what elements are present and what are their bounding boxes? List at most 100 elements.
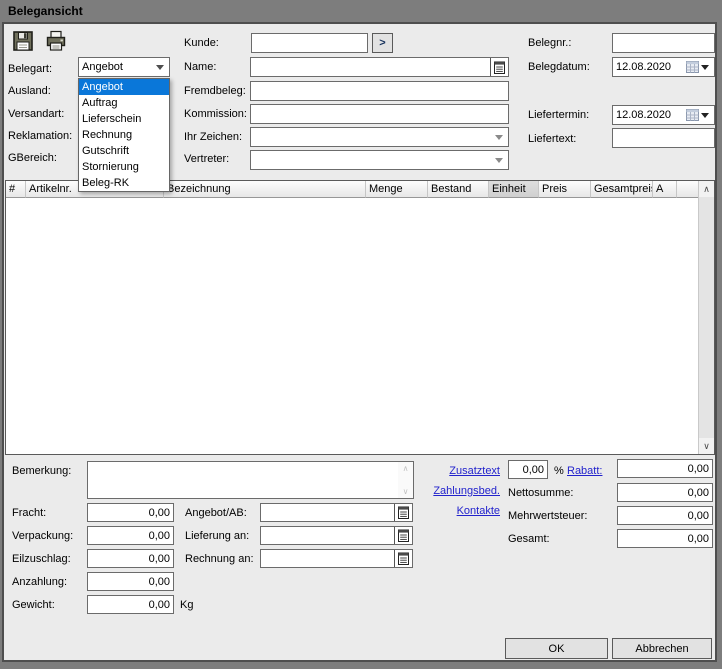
fremdbeleg-input[interactable] — [250, 81, 509, 101]
eilzuschlag-input[interactable] — [87, 549, 174, 568]
anzahlung-label: Anzahlung: — [12, 576, 68, 588]
liefertermin-value: 12.08.2020 — [616, 109, 672, 121]
dropdown-item-rechnung[interactable]: Rechnung — [79, 127, 169, 143]
table-scrollbar[interactable]: ∧ ∨ — [698, 181, 714, 454]
column-header-bezeichnung[interactable]: Bezeichnung — [164, 181, 366, 198]
bemerkung-label: Bemerkung: — [12, 465, 72, 477]
column-header-gesamtpreis[interactable]: Gesamtpreis — [591, 181, 653, 198]
lieferung-an-lookup-button[interactable] — [394, 527, 412, 544]
rechnung-an-input[interactable] — [261, 550, 394, 567]
rabatt-input[interactable] — [617, 459, 713, 478]
lieferung-an-field-group — [260, 526, 413, 545]
belegart-select[interactable]: Angebot — [78, 57, 170, 77]
column-header-einheit[interactable]: Einheit — [489, 181, 539, 198]
belegnr-label: Belegnr.: — [528, 37, 572, 49]
items-table: # Artikelnr. Bezeichnung Menge Bestand E… — [5, 180, 715, 455]
notepad-icon — [398, 529, 409, 542]
verpackung-input[interactable] — [87, 526, 174, 545]
dropdown-item-lieferschein[interactable]: Lieferschein — [79, 111, 169, 127]
column-header-menge[interactable]: Menge — [366, 181, 428, 198]
fracht-input[interactable] — [87, 503, 174, 522]
name-label: Name: — [184, 61, 217, 73]
vertreter-select[interactable] — [250, 150, 509, 170]
save-button[interactable] — [11, 30, 35, 54]
lieferung-an-label: Lieferung an: — [185, 530, 250, 542]
nettosumme-input[interactable] — [617, 483, 713, 502]
window-title: Belegansicht — [8, 4, 83, 18]
lieferung-an-input[interactable] — [261, 527, 394, 544]
dialog-content: Belegart: Ausland: Versandart: Reklamati… — [2, 22, 717, 662]
kg-unit-label: Kg — [180, 599, 194, 611]
print-button[interactable] — [44, 30, 68, 54]
dropdown-item-beleg-rk[interactable]: Beleg-RK — [79, 175, 169, 191]
name-lookup-button[interactable] — [490, 58, 508, 76]
kunde-input[interactable] — [251, 33, 368, 53]
fracht-label: Fracht: — [12, 507, 47, 519]
bemerkung-textarea[interactable] — [88, 462, 398, 498]
gesamt-input[interactable] — [617, 529, 713, 548]
rechnung-an-label: Rechnung an: — [185, 553, 254, 565]
zahlungsbed-link[interactable]: Zahlungsbed. — [400, 485, 500, 497]
gewicht-label: Gewicht: — [12, 599, 55, 611]
kommission-label: Kommission: — [184, 108, 247, 120]
anzahlung-input[interactable] — [87, 572, 174, 591]
kontakte-link[interactable]: Kontakte — [400, 505, 500, 517]
fremdbeleg-label: Fremdbeleg: — [184, 85, 246, 97]
chevron-down-icon — [701, 64, 709, 74]
bemerkung-field-group: ∧ ∨ — [87, 461, 414, 499]
eilzuschlag-label: Eilzuschlag: — [12, 553, 71, 565]
liefertermin-datepicker[interactable]: 12.08.2020 — [612, 105, 715, 125]
column-header-bestand[interactable]: Bestand — [428, 181, 489, 198]
verpackung-label: Verpackung: — [12, 530, 74, 542]
dropdown-item-auftrag[interactable]: Auftrag — [79, 95, 169, 111]
column-header-nr[interactable]: # — [6, 181, 26, 198]
ok-button[interactable]: OK — [505, 638, 608, 659]
rabatt-link[interactable]: Rabatt: — [567, 465, 602, 477]
dropdown-item-stornierung[interactable]: Stornierung — [79, 159, 169, 175]
rabatt-percent-input[interactable] — [508, 460, 548, 479]
calendar-icon — [686, 61, 699, 73]
dropdown-item-angebot[interactable]: Angebot — [79, 79, 169, 95]
belegart-selected-value: Angebot — [82, 61, 123, 73]
name-field-group — [250, 57, 509, 77]
belegnr-input[interactable] — [612, 33, 715, 53]
cancel-button[interactable]: Abbrechen — [612, 638, 712, 659]
column-header-preis[interactable]: Preis — [539, 181, 591, 198]
notepad-icon — [494, 61, 505, 74]
column-header-a[interactable]: A — [653, 181, 677, 198]
notepad-icon — [398, 552, 409, 565]
angebot-ab-field-group — [260, 503, 413, 522]
kunde-expand-button[interactable]: > — [372, 33, 393, 53]
rechnung-an-lookup-button[interactable] — [394, 550, 412, 567]
belegdatum-value: 12.08.2020 — [616, 61, 672, 73]
angebot-ab-input[interactable] — [261, 504, 394, 521]
dropdown-item-gutschrift[interactable]: Gutschrift — [79, 143, 169, 159]
scroll-down-button[interactable]: ∨ — [699, 438, 714, 454]
kommission-input[interactable] — [250, 104, 509, 124]
ausland-label: Ausland: — [8, 85, 51, 97]
calendar-icon — [686, 109, 699, 121]
name-input[interactable] — [251, 58, 490, 76]
zusatztext-link[interactable]: Zusatztext — [400, 465, 500, 477]
gbereich-label: GBereich: — [8, 152, 57, 164]
title-bar: Belegansicht — [0, 0, 722, 22]
chevron-down-icon — [495, 134, 503, 144]
ihr-zeichen-select[interactable] — [250, 127, 509, 147]
column-header-filler — [677, 181, 698, 198]
belegdatum-datepicker[interactable]: 12.08.2020 — [612, 57, 715, 77]
liefertext-input[interactable] — [612, 128, 715, 148]
liefertermin-label: Liefertermin: — [528, 109, 590, 121]
chevron-down-icon — [495, 157, 503, 167]
floppy-disk-icon — [13, 31, 33, 51]
dialog-window: Belegansicht Belegart: Ausland: Versanda… — [0, 0, 722, 669]
gewicht-input[interactable] — [87, 595, 174, 614]
belegart-dropdown-list: Angebot Auftrag Lieferschein Rechnung Gu… — [78, 78, 170, 192]
scroll-up-button[interactable]: ∧ — [699, 181, 714, 197]
nettosumme-label: Nettosumme: — [508, 487, 574, 499]
printer-icon — [46, 30, 66, 51]
mehrwertsteuer-label: Mehrwertsteuer: — [508, 510, 588, 522]
angebot-ab-label: Angebot/AB: — [185, 507, 247, 519]
mehrwertsteuer-input[interactable] — [617, 506, 713, 525]
kunde-label: Kunde: — [184, 37, 219, 49]
gesamt-label: Gesamt: — [508, 533, 550, 545]
